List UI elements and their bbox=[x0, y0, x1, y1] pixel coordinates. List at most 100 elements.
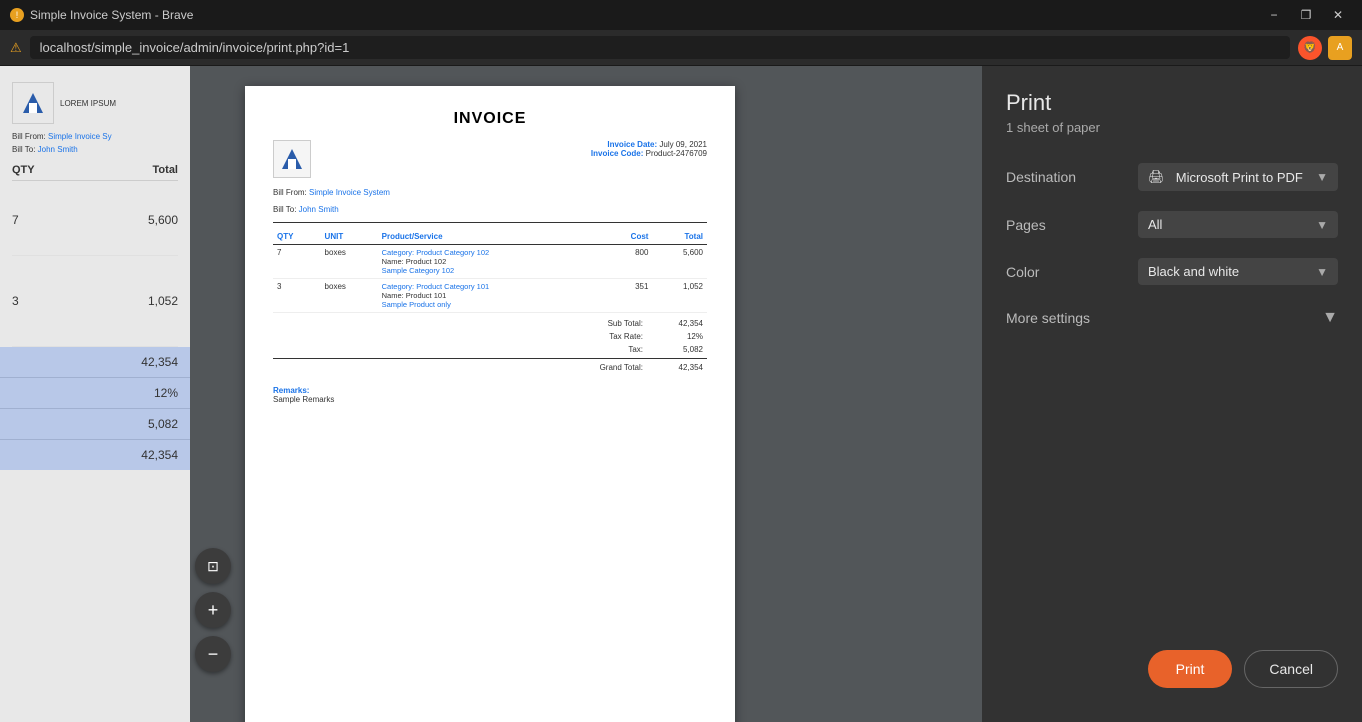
window-title: Simple Invoice System - Brave bbox=[30, 8, 193, 22]
invoice-totals: Sub Total: 42,354 Tax Rate: 12% Tax: 5,0… bbox=[273, 317, 707, 374]
address-bar: ⚠ localhost/simple_invoice/admin/invoice… bbox=[0, 30, 1362, 66]
pages-select[interactable]: All ▼ bbox=[1138, 211, 1338, 238]
row1-total: 5,600 bbox=[652, 245, 707, 279]
destination-label: Destination bbox=[1006, 169, 1096, 185]
zoom-controls: ⊡ + − bbox=[195, 548, 231, 672]
browser-icon: ! bbox=[10, 8, 24, 22]
color-row: Color Black and white ▼ bbox=[1006, 258, 1338, 285]
row1-sample: Sample Category 102 bbox=[382, 266, 599, 275]
more-settings-label: More settings bbox=[1006, 310, 1090, 326]
invoice-logo bbox=[273, 140, 311, 178]
more-settings-chevron-icon: ▼ bbox=[1322, 309, 1338, 327]
invoice-bill-from: Bill From: Simple Invoice System bbox=[273, 188, 707, 197]
print-dialog: Print 1 sheet of paper Destination 🖨 Mic… bbox=[982, 66, 1362, 722]
bg-row1-total: 5,600 bbox=[148, 213, 178, 227]
minimize-button[interactable]: − bbox=[1260, 4, 1288, 26]
row2-name: Name: Product 101 bbox=[382, 291, 599, 300]
th-unit: UNIT bbox=[321, 229, 378, 245]
url-host: localhost bbox=[40, 40, 91, 55]
color-select[interactable]: Black and white ▼ bbox=[1138, 258, 1338, 285]
row1-unit: boxes bbox=[321, 245, 378, 279]
title-bar-controls: − ❐ ✕ bbox=[1260, 4, 1352, 26]
pages-label: Pages bbox=[1006, 217, 1096, 233]
grandtotal-label: Grand Total: bbox=[600, 363, 643, 372]
bill-to-link[interactable]: John Smith bbox=[299, 205, 339, 214]
dialog-footer: Print Cancel bbox=[1006, 650, 1338, 698]
bg-bill-from: Bill From: Simple Invoice Sy bbox=[12, 132, 178, 141]
bg-tax: 5,082 bbox=[148, 417, 178, 431]
url-bar[interactable]: localhost/simple_invoice/admin/invoice/p… bbox=[30, 36, 1290, 59]
brave-shield-icon[interactable]: 🦁 bbox=[1298, 36, 1322, 60]
title-bar: ! Simple Invoice System - Brave − ❐ ✕ bbox=[0, 0, 1362, 30]
row1-category: Category: Product Category 102 bbox=[382, 248, 599, 257]
print-button[interactable]: Print bbox=[1148, 650, 1233, 688]
bg-taxrate: 12% bbox=[154, 386, 178, 400]
destination-value: Microsoft Print to PDF bbox=[1176, 170, 1303, 185]
fit-to-page-button[interactable]: ⊡ bbox=[195, 548, 231, 584]
bg-row1-qty: 7 bbox=[12, 213, 19, 227]
subtotal-value: 42,354 bbox=[663, 319, 703, 328]
bg-logo bbox=[12, 82, 54, 124]
fit-icon: ⊡ bbox=[207, 558, 219, 575]
invoice-info-right: Invoice Date: July 09, 2021 Invoice Code… bbox=[591, 140, 707, 178]
invoice-table: QTY UNIT Product/Service Cost Total 7 bo… bbox=[273, 229, 707, 313]
destination-chevron-icon: ▼ bbox=[1316, 170, 1328, 184]
grandtotal-value: 42,354 bbox=[663, 363, 703, 372]
browser-extensions: 🦁 A bbox=[1298, 36, 1352, 60]
row1-product: Category: Product Category 102 Name: Pro… bbox=[378, 245, 603, 279]
pages-chevron-icon: ▼ bbox=[1316, 218, 1328, 232]
addon-icon[interactable]: A bbox=[1328, 36, 1352, 60]
row2-total: 1,052 bbox=[652, 279, 707, 313]
row1-qty: 7 bbox=[273, 245, 321, 279]
tax-value: 5,082 bbox=[663, 345, 703, 354]
remarks-text: Sample Remarks bbox=[273, 395, 707, 404]
cancel-button[interactable]: Cancel bbox=[1244, 650, 1338, 688]
taxrate-value: 12% bbox=[663, 332, 703, 341]
taxrate-label: Tax Rate: bbox=[609, 332, 643, 341]
destination-select[interactable]: 🖨 Microsoft Print to PDF ▼ bbox=[1138, 163, 1338, 191]
remarks-section: Remarks: Sample Remarks bbox=[273, 386, 707, 404]
url-path: /simple_invoice/admin/invoice/print.php?… bbox=[91, 40, 349, 55]
more-settings-row[interactable]: More settings ▼ bbox=[1006, 309, 1338, 327]
bg-total-header: Total bbox=[153, 164, 178, 176]
table-row: 3 boxes Category: Product Category 101 N… bbox=[273, 279, 707, 313]
bill-from-link[interactable]: Simple Invoice System bbox=[309, 188, 390, 197]
invoice-code-value: Product-2476709 bbox=[646, 149, 707, 158]
row2-category: Category: Product Category 101 bbox=[382, 282, 599, 291]
invoice-header: Invoice Date: July 09, 2021 Invoice Code… bbox=[273, 140, 707, 178]
invoice-title: INVOICE bbox=[273, 110, 707, 128]
zoom-out-button[interactable]: − bbox=[195, 636, 231, 672]
row2-product: Category: Product Category 101 Name: Pro… bbox=[378, 279, 603, 313]
th-qty: QTY bbox=[273, 229, 321, 245]
th-product: Product/Service bbox=[378, 229, 603, 245]
bg-invoice-columns: LOREM IPSUM Bill From: Simple Invoice Sy… bbox=[0, 66, 190, 722]
printer-icon: 🖨 bbox=[1148, 169, 1165, 185]
row1-name: Name: Product 102 bbox=[382, 257, 599, 266]
left-panel: LOREM IPSUM Bill From: Simple Invoice Sy… bbox=[0, 66, 1362, 722]
invoice-paper-wrapper: INVOICE Invoice Date: July 09, 2021 Invo… bbox=[230, 66, 750, 722]
invoice-bill-to: Bill To: John Smith bbox=[273, 205, 707, 214]
row2-unit: boxes bbox=[321, 279, 378, 313]
th-cost: Cost bbox=[602, 229, 652, 245]
color-chevron-icon: ▼ bbox=[1316, 265, 1328, 279]
dialog-sheets: 1 sheet of paper bbox=[1006, 120, 1100, 135]
close-button[interactable]: ✕ bbox=[1324, 4, 1352, 26]
color-label: Color bbox=[1006, 264, 1096, 280]
tax-label: Tax: bbox=[628, 345, 643, 354]
pages-value: All bbox=[1148, 217, 1162, 232]
row2-cost: 351 bbox=[602, 279, 652, 313]
row1-cost: 800 bbox=[602, 245, 652, 279]
restore-button[interactable]: ❐ bbox=[1292, 4, 1320, 26]
title-bar-left: ! Simple Invoice System - Brave bbox=[10, 8, 193, 22]
destination-row: Destination 🖨 Microsoft Print to PDF ▼ bbox=[1006, 163, 1338, 191]
th-total: Total bbox=[652, 229, 707, 245]
bg-row2-qty: 3 bbox=[12, 294, 19, 308]
zoom-in-button[interactable]: + bbox=[195, 592, 231, 628]
dialog-header: Print 1 sheet of paper bbox=[1006, 90, 1338, 135]
zoom-in-icon: + bbox=[208, 600, 219, 621]
subtotal-label: Sub Total: bbox=[608, 319, 643, 328]
bg-bill-to: Bill To: John Smith bbox=[12, 145, 178, 154]
invoice-date-value: July 09, 2021 bbox=[659, 140, 707, 149]
bg-qty-header: QTY bbox=[12, 164, 35, 176]
row2-qty: 3 bbox=[273, 279, 321, 313]
